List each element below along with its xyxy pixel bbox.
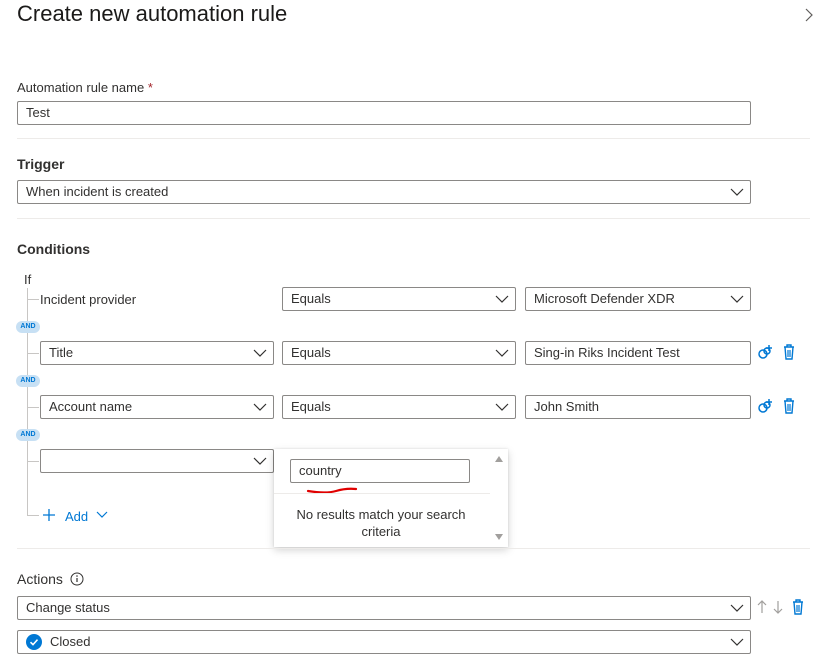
tree-branch (27, 407, 39, 408)
if-label: If (24, 272, 32, 287)
action-type-dropdown[interactable]: Change status (17, 596, 751, 620)
property-value: Account name (49, 399, 133, 414)
chevron-down-icon (253, 403, 267, 411)
tree-branch (27, 299, 39, 300)
condition-value-input[interactable]: John Smith (525, 395, 751, 419)
rule-name-label: Automation rule name * (17, 80, 153, 95)
chevron-down-icon (495, 295, 509, 303)
conditions-title: Conditions (17, 241, 91, 257)
trigger-title: Trigger (17, 156, 65, 172)
delete-icon[interactable] (789, 598, 807, 616)
and-badge: AND (16, 429, 40, 441)
no-results-message: No results match your search criteria (274, 506, 488, 540)
condition-operator-dropdown[interactable]: Equals (282, 395, 516, 419)
operator-value: Equals (291, 345, 331, 360)
chevron-down-icon (730, 638, 744, 646)
checkmark-circle-icon (26, 634, 42, 650)
condition-value: Microsoft Defender XDR (534, 291, 675, 306)
chevron-down-icon (495, 403, 509, 411)
condition-operator-dropdown[interactable]: Equals (282, 287, 516, 311)
chevron-down-icon (730, 604, 744, 612)
condition-value-dropdown[interactable]: Microsoft Defender XDR (525, 287, 751, 311)
condition-property-static: Incident provider (40, 292, 137, 307)
scroll-down-icon[interactable] (495, 534, 503, 540)
close-chevron-icon[interactable] (804, 8, 814, 22)
chevron-down-icon (730, 295, 744, 303)
tree-branch (27, 515, 39, 516)
condition-operator-dropdown[interactable]: Equals (282, 341, 516, 365)
condition-property-dropdown[interactable]: Title (40, 341, 274, 365)
move-up-icon[interactable] (757, 600, 767, 614)
add-condition-group-icon[interactable] (756, 397, 774, 415)
no-results-line: No results match your search (296, 507, 466, 522)
trigger-dropdown[interactable]: When incident is created (17, 180, 751, 204)
delete-icon[interactable] (780, 343, 798, 361)
condition-property-dropdown[interactable] (40, 449, 274, 473)
required-asterisk: * (147, 80, 153, 95)
actions-title: Actions (17, 571, 63, 587)
condition-value-input[interactable]: Sing-in Riks Incident Test (525, 341, 751, 365)
delete-icon[interactable] (780, 397, 798, 415)
tree-branch (27, 353, 39, 354)
chevron-down-icon (495, 349, 509, 357)
page-title: Create new automation rule (17, 1, 288, 26)
chevron-down-icon (730, 188, 744, 196)
no-results-line: criteria (361, 524, 401, 539)
add-label: Add (65, 509, 89, 524)
plus-icon (43, 509, 55, 521)
status-value: Closed (50, 634, 91, 649)
condition-property-dropdown[interactable]: Account name (40, 395, 274, 419)
info-icon[interactable] (70, 572, 84, 586)
actions-header: Actions (17, 570, 84, 587)
chevron-down-icon (96, 511, 108, 518)
chevron-down-icon (253, 457, 267, 465)
rule-name-label-text: Automation rule name (17, 80, 145, 95)
tree-branch (27, 461, 39, 462)
property-search-input[interactable]: country (290, 459, 470, 483)
property-dropdown-popup: country No results match your search cri… (274, 449, 508, 547)
action-value: Change status (26, 600, 110, 615)
and-badge: AND (16, 375, 40, 387)
popup-divider (274, 493, 490, 494)
scroll-up-icon[interactable] (495, 456, 503, 462)
divider (17, 138, 810, 139)
and-badge: AND (16, 321, 40, 333)
chevron-down-icon (253, 349, 267, 357)
move-down-icon[interactable] (773, 600, 783, 614)
divider (17, 218, 810, 219)
operator-value: Equals (291, 291, 331, 306)
operator-value: Equals (291, 399, 331, 414)
popup-scrollbar[interactable] (490, 449, 508, 547)
rule-name-input[interactable]: Test (17, 101, 751, 125)
trigger-value: When incident is created (26, 184, 169, 199)
property-value: Title (49, 345, 74, 360)
divider (17, 548, 810, 549)
status-dropdown[interactable]: Closed (17, 630, 751, 654)
add-condition-group-icon[interactable] (756, 343, 774, 361)
